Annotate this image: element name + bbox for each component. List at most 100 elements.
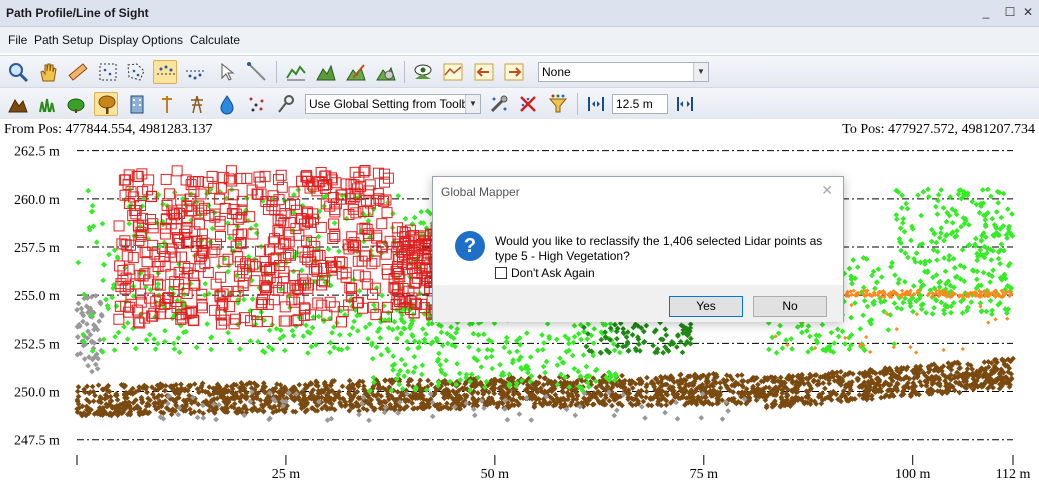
question-icon: ?	[455, 231, 485, 261]
lidar-point	[528, 417, 535, 423]
dialog-close-icon[interactable]: ✕	[821, 182, 833, 199]
yes-button[interactable]: Yes	[669, 296, 743, 317]
lidar-point	[861, 298, 868, 304]
dialog-footer: Yes No	[433, 285, 843, 322]
class-powerline-button[interactable]	[185, 92, 209, 116]
lidar-point	[369, 355, 376, 362]
arrow-left-icon	[474, 63, 494, 81]
lidar-point	[663, 332, 670, 338]
noise-points-icon	[249, 97, 264, 112]
lidar-point	[569, 352, 576, 359]
lidar-point	[456, 370, 463, 377]
class-medium-vegetation-button[interactable]	[64, 92, 88, 116]
lidar-point	[998, 241, 1005, 248]
line-of-sight-button[interactable]	[411, 60, 435, 84]
lidar-point	[466, 344, 472, 350]
lidar-point	[989, 215, 996, 222]
lidar-point	[938, 225, 945, 231]
lidar-point	[553, 336, 560, 343]
class-pole-button[interactable]	[155, 92, 179, 116]
lidar-point	[395, 193, 402, 199]
select-above-line-button[interactable]	[153, 60, 177, 84]
lidar-point	[933, 297, 940, 304]
lidar-point	[864, 335, 869, 340]
lidar-point	[475, 332, 482, 338]
lidar-point	[405, 368, 411, 375]
lidar-point	[180, 286, 186, 292]
select-polygon-button[interactable]	[124, 60, 148, 84]
no-button[interactable]: No	[753, 296, 827, 317]
lidar-point	[489, 347, 495, 354]
tools-icon	[490, 95, 508, 113]
pointer-tool-button[interactable]	[216, 60, 240, 84]
lidar-point	[542, 369, 548, 376]
lidar-point	[124, 336, 131, 343]
menu-path-setup[interactable]: Path Setup	[34, 33, 93, 47]
lidar-point	[868, 349, 873, 355]
class-ground-button[interactable]	[6, 92, 30, 116]
lidar-point	[946, 252, 953, 259]
edit-terrain-button[interactable]	[344, 60, 368, 84]
lidar-point	[394, 335, 400, 342]
class-high-vegetation-button[interactable]	[94, 92, 118, 116]
lidar-point	[989, 307, 995, 314]
lidar-point	[854, 264, 861, 271]
lidar-point	[979, 187, 986, 193]
close-button[interactable]: ✕	[1020, 4, 1036, 20]
display-layer-select[interactable]: None ▼	[538, 62, 709, 82]
lidar-point	[488, 353, 495, 360]
maximize-button[interactable]: ☐	[1002, 4, 1018, 20]
lidar-point	[425, 377, 431, 384]
lidar-point	[416, 339, 423, 346]
selected-point	[276, 181, 288, 193]
selected-point	[176, 251, 188, 263]
lidar-point	[501, 344, 508, 351]
class-low-vegetation-button[interactable]	[35, 92, 59, 116]
lidar-point	[598, 350, 604, 356]
lidar-point	[571, 333, 578, 340]
lidar-point	[248, 225, 254, 232]
zoom-tool-button[interactable]	[6, 60, 30, 84]
checkbox-box[interactable]	[495, 267, 507, 279]
lidar-point	[625, 347, 632, 354]
draw-line-button[interactable]	[245, 60, 269, 84]
menu-file[interactable]: File	[8, 33, 27, 47]
select-below-line-button[interactable]	[183, 60, 207, 84]
terrain-profile-button[interactable]	[284, 60, 308, 84]
filter-points-button[interactable]	[546, 92, 570, 116]
selected-point	[278, 266, 290, 278]
class-water-button[interactable]	[215, 92, 239, 116]
selected-point	[193, 175, 205, 187]
menu-calculate[interactable]: Calculate	[190, 33, 240, 47]
terrain-fill-button[interactable]	[314, 60, 338, 84]
clear-classification-button[interactable]	[516, 92, 540, 116]
lidar-point	[1009, 211, 1015, 217]
spacing-input[interactable]: 12.5 m	[612, 94, 668, 114]
move-right-button[interactable]	[502, 60, 526, 84]
class-noise-button[interactable]	[245, 92, 269, 116]
increase-spacing-button[interactable]	[673, 92, 697, 116]
measure-tool-button[interactable]	[66, 60, 90, 84]
lidar-point	[111, 347, 118, 353]
terrain-settings-button[interactable]	[374, 60, 398, 84]
select-rectangle-button[interactable]	[96, 60, 120, 84]
lidar-point	[914, 350, 919, 355]
auto-classify-button[interactable]	[487, 92, 511, 116]
lidar-point	[966, 222, 972, 228]
pan-tool-button[interactable]	[36, 60, 60, 84]
profile-graph-button[interactable]	[441, 60, 465, 84]
lidar-point	[940, 205, 947, 211]
lidar-point	[934, 257, 940, 263]
class-other-button[interactable]	[275, 92, 299, 116]
lidar-point	[336, 248, 342, 255]
menu-display-options[interactable]: Display Options	[99, 33, 183, 47]
lidar-point	[516, 411, 523, 417]
move-left-button[interactable]	[472, 60, 496, 84]
x-axis: 25 m 50 m 75 m 100 m 112 m	[76, 455, 1031, 482]
decrease-spacing-button[interactable]	[584, 92, 608, 116]
classification-mode-select[interactable]: Use Global Setting from Toolb ▼	[305, 94, 481, 114]
minimize-button[interactable]: _	[978, 4, 994, 20]
lidar-point	[687, 321, 694, 328]
class-building-button[interactable]	[125, 92, 149, 116]
dont-ask-again-checkbox[interactable]: Don't Ask Again	[495, 266, 595, 280]
